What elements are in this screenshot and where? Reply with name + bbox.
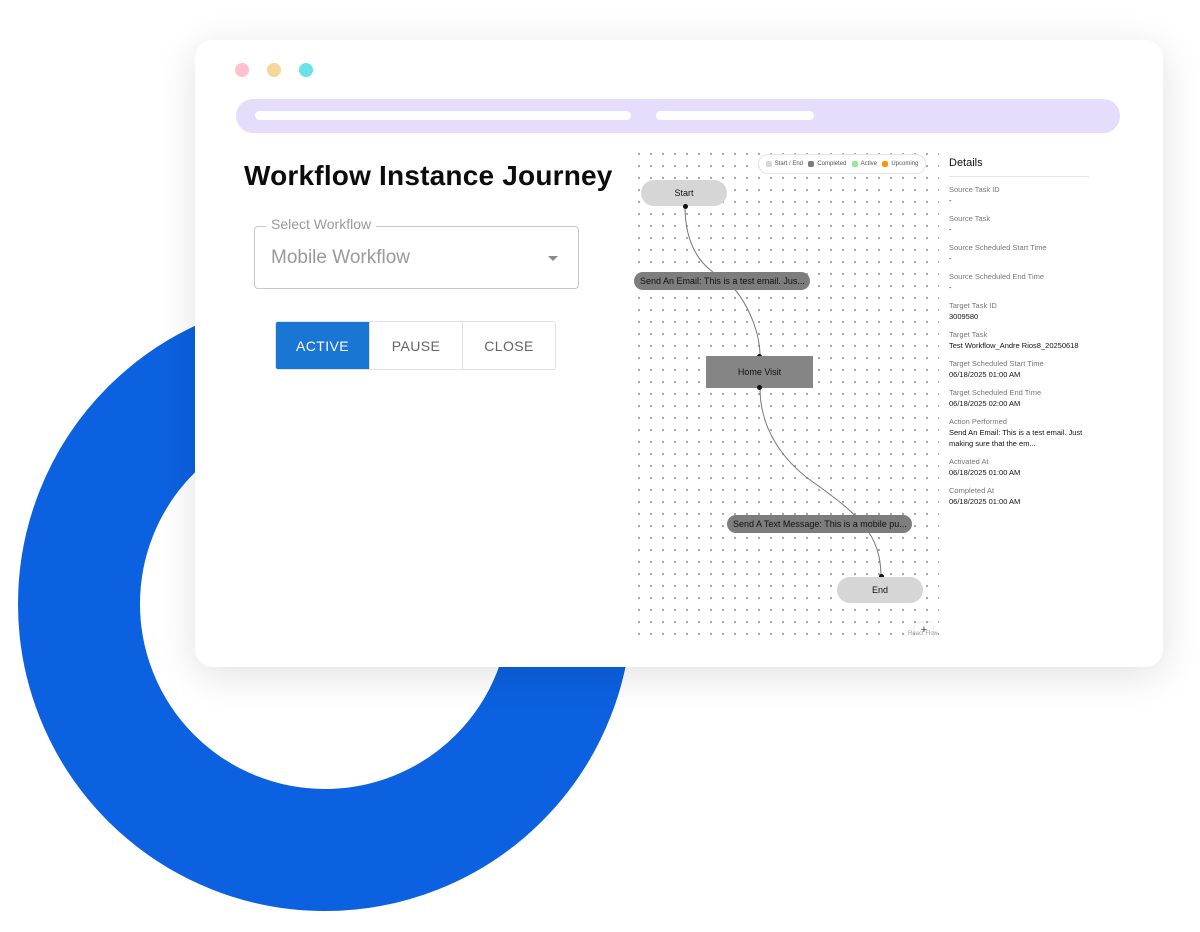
details-field: Source Scheduled End Time - [949,272,1089,293]
field-label: Target Scheduled End Time [949,388,1042,397]
flow-edges [684,205,882,578]
legend-item-completed: Completed [808,161,846,167]
legend-label: Upcoming [891,161,919,167]
details-panel: Details Source Task ID - Source Task - S… [949,145,1089,507]
details-field: Target Scheduled End Time 06/18/2025 02:… [949,388,1089,409]
field-value: 06/18/2025 02:00 AM [949,399,1021,408]
details-field: Action Performed Send An Email: This is … [949,417,1089,449]
field-value: Send An Email: This is a test email. Jus… [949,428,1083,448]
legend-item-active: Active [851,161,877,167]
field-value: - [949,196,952,205]
flow-node-home-visit[interactable]: Home Visit [706,356,813,388]
window-close-dot[interactable] [235,63,249,77]
field-label: Action Performed [949,417,1007,426]
edge-email-home [729,283,761,357]
address-bar[interactable] [236,99,1120,133]
status-toggle-group: ACTIVE PAUSE CLOSE [275,321,556,370]
chevron-down-icon [548,256,558,261]
flow-node-send-text[interactable]: Send A Text Message: This is a mobile pu… [727,515,912,533]
field-value: - [949,283,952,292]
field-value: Test Workflow_Andre Rios8_20250618 [949,341,1079,350]
legend-swatch [851,161,858,167]
page-title: Workflow Instance Journey [244,160,613,191]
app-window: Workflow Instance Journey Select Workflo… [195,40,1163,667]
legend-swatch [765,161,772,167]
active-button[interactable]: ACTIVE [276,322,370,369]
legend-label: Active [860,161,877,167]
field-label: Completed At [949,486,995,495]
flow-node-end[interactable]: End [837,577,923,603]
field-label: Source Task [949,214,991,223]
field-value: 3009580 [949,312,979,321]
workflow-canvas[interactable]: Start / End Completed Active Upcoming St… [630,145,939,637]
node-handle[interactable] [683,204,688,209]
field-label: Target Scheduled Start Time [949,359,1044,368]
legend-label: Completed [817,161,847,167]
field-label: Source Scheduled Start Time [949,243,1047,252]
react-flow-attribution[interactable]: React Flow [908,631,938,637]
field-label: Source Task ID [949,185,1000,194]
details-field: Target Task Test Workflow_Andre Rios8_20… [949,330,1089,351]
select-workflow-label: Select Workflow [266,216,377,232]
details-field: Source Task - [949,214,1089,235]
legend-label: Start / End [774,161,804,167]
field-value: 06/18/2025 01:00 AM [949,468,1021,477]
field-label: Activated At [949,457,989,466]
window-maximize-dot[interactable] [299,63,313,77]
details-field: Completed At 06/18/2025 01:00 AM [949,486,1089,507]
field-label: Target Task ID [949,301,997,310]
field-value: - [949,254,952,263]
field-value: 06/18/2025 01:00 AM [949,497,1021,506]
select-workflow-value: Mobile Workflow [271,247,411,268]
window-minimize-dot[interactable] [267,63,281,77]
details-field: Source Task ID - [949,185,1089,206]
close-button[interactable]: CLOSE [463,322,555,369]
address-bar-segment [656,111,814,120]
pause-button[interactable]: PAUSE [370,322,463,369]
flow-node-send-email[interactable]: Send An Email: This is a test email. Jus… [634,272,810,290]
address-bar-segment [255,111,631,120]
legend-item-start-end: Start / End [765,161,804,167]
legend-swatch [808,161,815,167]
node-handle[interactable] [757,385,762,390]
details-field: Source Scheduled Start Time - [949,243,1089,264]
legend-swatch [882,161,889,167]
select-workflow-dropdown[interactable]: Select Workflow Mobile Workflow [254,216,579,289]
details-field: Target Scheduled Start Time 06/18/2025 0… [949,359,1089,380]
field-value: - [949,225,952,234]
edge-home-text [759,387,811,481]
field-value: 06/18/2025 01:00 AM [949,370,1021,379]
details-field: Activated At 06/18/2025 01:00 AM [949,457,1089,478]
field-label: Target Task [949,330,988,339]
details-title: Details [949,145,1089,177]
flow-node-start[interactable]: Start [641,180,727,206]
flow-legend: Start / End Completed Active Upcoming [758,154,926,174]
legend-item-upcoming: Upcoming [882,161,918,167]
field-label: Source Scheduled End Time [949,272,1045,281]
details-field: Target Task ID 3009580 [949,301,1089,322]
